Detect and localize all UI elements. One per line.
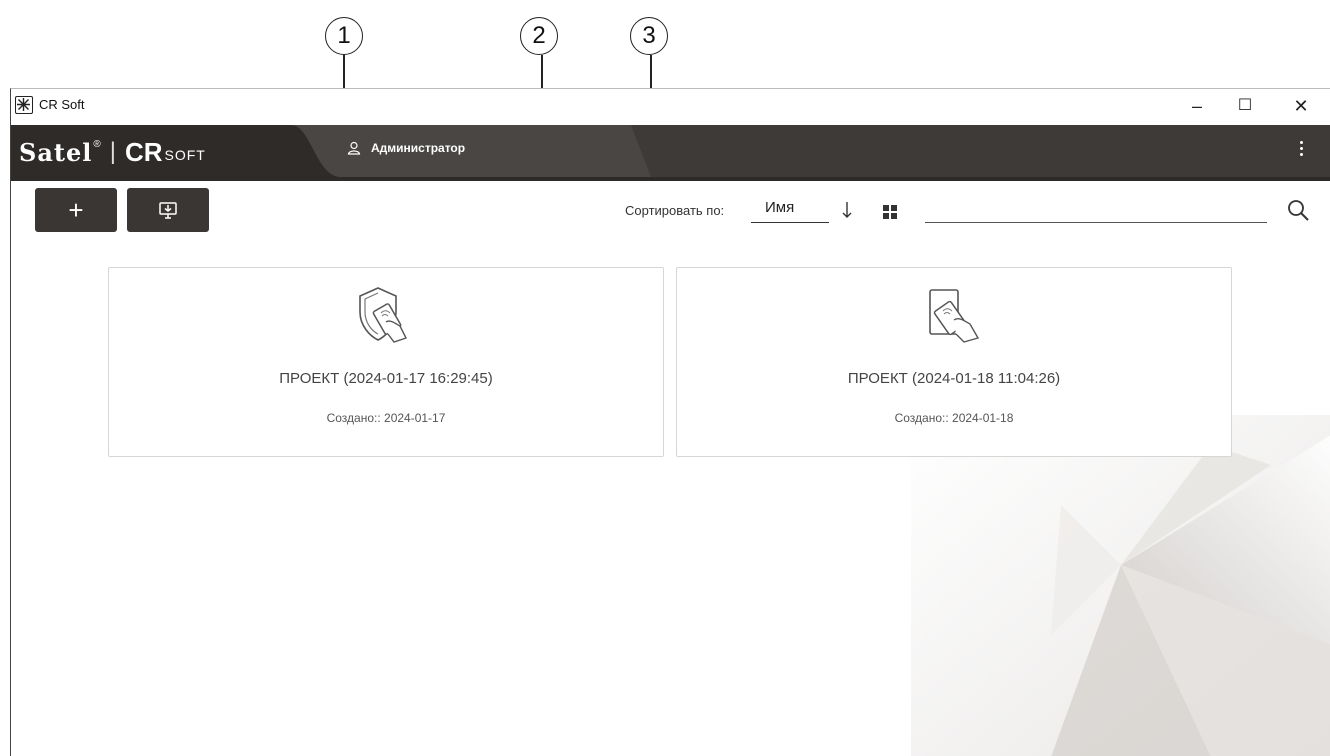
search-icon[interactable] [1285, 197, 1311, 223]
user-name: Администратор [371, 141, 466, 155]
window-title: CR Soft [39, 97, 85, 112]
app-window: CR Soft – ☐ ✕ Satel ® | CR SOFT Админист… [10, 88, 1330, 756]
shield-card-icon [359, 287, 407, 343]
maximize-button[interactable]: ☐ [1225, 91, 1265, 121]
logo-soft: SOFT [164, 147, 206, 163]
satel-cr-soft-logo: Satel ® | CR SOFT [19, 133, 206, 171]
logo-cr: CR [124, 136, 163, 167]
project-name: ПРОЕКТ (2024-01-18 11:04:26) [847, 370, 1061, 387]
logo-separator: | [109, 138, 116, 165]
project-created-date: Создано:: 2024-01-18 [894, 411, 1014, 425]
more-options-icon[interactable] [1296, 139, 1306, 163]
callout-2: 2 [520, 17, 558, 55]
project-card[interactable]: ПРОЕКТ (2024-01-17 16:29:45) Создано:: 2… [108, 267, 664, 457]
app-logo-icon [15, 96, 33, 114]
sort-label: Сортировать по: [625, 203, 725, 218]
import-project-button[interactable] [127, 188, 209, 232]
user-icon [347, 141, 361, 155]
search-input[interactable] [925, 197, 1267, 223]
add-project-button[interactable]: + [35, 188, 117, 232]
toolbar: + Сортировать по: Имя [11, 177, 1330, 235]
title-bar: CR Soft – ☐ ✕ [11, 89, 1330, 125]
app-header: Satel ® | CR SOFT Администратор [11, 125, 1330, 177]
import-icon [159, 202, 177, 219]
sort-select[interactable]: Имя [751, 197, 829, 223]
sort-direction-icon[interactable] [840, 199, 854, 221]
callout-1: 1 [325, 17, 363, 55]
projects-area: ПРОЕКТ (2024-01-17 16:29:45) Создано:: 2… [11, 235, 1330, 756]
grid-view-icon[interactable] [883, 205, 897, 219]
close-button[interactable]: ✕ [1281, 91, 1321, 121]
logo-brand: Satel [19, 137, 93, 167]
logo-reg-mark: ® [93, 138, 101, 150]
callout-3: 3 [630, 17, 668, 55]
project-name: ПРОЕКТ (2024-01-17 16:29:45) [279, 370, 493, 387]
project-created-date: Создано:: 2024-01-17 [326, 411, 446, 425]
card-reader-icon [929, 289, 980, 343]
minimize-button[interactable]: – [1177, 91, 1217, 121]
project-card[interactable]: ПРОЕКТ (2024-01-18 11:04:26) Создано:: 2… [676, 267, 1232, 457]
current-user[interactable]: Администратор [347, 141, 465, 155]
